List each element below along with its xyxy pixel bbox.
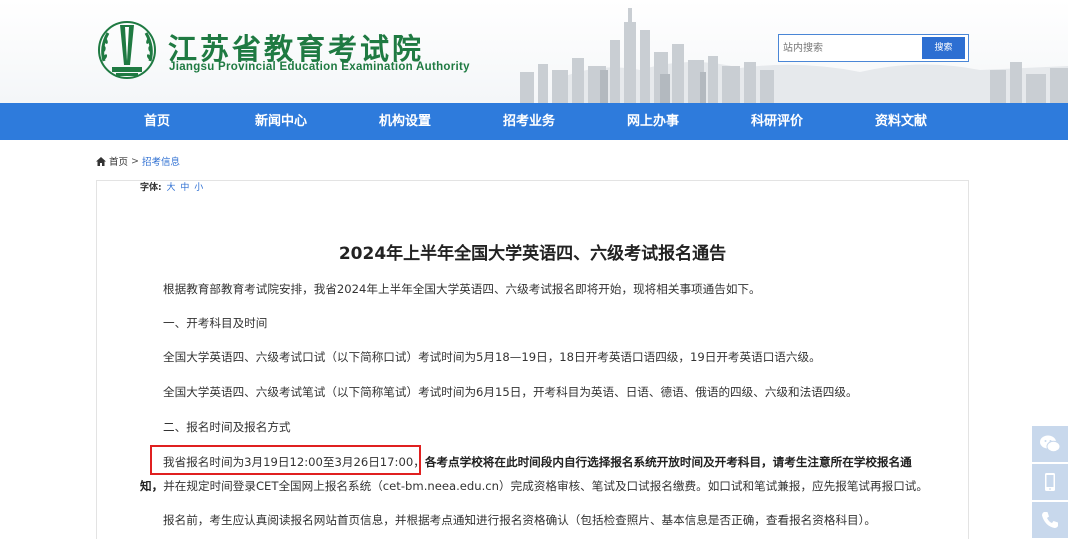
breadcrumb: 首页 > 招考信息 [96, 154, 180, 168]
nav-item-research[interactable]: 科研评价 [751, 103, 803, 140]
registration-notice-bold: 各考点学校将在此时间段内自行选择报名系统开放时间及开考科目，请考生注意所在学校报… [424, 455, 912, 469]
phone-contact-button[interactable] [1032, 502, 1068, 538]
jiangsu-exam-emblem [98, 21, 156, 79]
wechat-icon [1040, 435, 1061, 453]
section-heading-subjects: 一、开考科目及时间 [163, 316, 268, 330]
article-title: 2024年上半年全国大学英语四、六级考试报名通告 [338, 244, 727, 264]
home-icon [96, 156, 106, 166]
nav-item-home[interactable]: 首页 [144, 103, 170, 140]
breadcrumb-current-link[interactable]: 招考信息 [142, 154, 180, 168]
nav-item-online-services[interactable]: 网上办事 [627, 103, 679, 140]
breadcrumb-home-link[interactable]: 首页 [109, 154, 128, 168]
pre-registration-paragraph: 报名前，考生应认真阅读报名网站首页信息，并根据考点通知进行报名资格确认（包括检查… [163, 513, 877, 527]
font-size-label: 字体: [140, 183, 162, 193]
font-size-small-link[interactable]: 小 [194, 183, 203, 193]
search-input[interactable] [783, 38, 919, 58]
search-form: 搜索 [778, 34, 969, 62]
wechat-share-button[interactable] [1032, 426, 1068, 462]
article-intro: 根据教育部教育考试院安排，我省2024年上半年全国大学英语四、六级考试报名即将开… [163, 282, 761, 296]
phone-icon [1042, 512, 1058, 528]
breadcrumb-separator: > [131, 155, 139, 167]
font-size-medium-link[interactable]: 中 [180, 183, 189, 193]
nav-item-news[interactable]: 新闻中心 [255, 103, 307, 140]
nav-item-organization[interactable]: 机构设置 [379, 103, 431, 140]
main-nav-bar: 首页 新闻中心 机构设置 招考业务 网上办事 科研评价 资料文献 [0, 103, 1068, 140]
nav-item-admissions[interactable]: 招考业务 [503, 103, 555, 140]
written-exam-paragraph: 全国大学英语四、六级考试笔试（以下简称笔试）考试时间为6月15日，开考科目为英语… [163, 385, 858, 399]
registration-system-text: 并在规定时间登录CET全国网上报名系统（cet-bm.neea.edu.cn）完… [163, 479, 928, 493]
mobile-version-button[interactable] [1032, 464, 1068, 500]
site-header: 江苏省教育考试院 Jiangsu Provincial Education Ex… [0, 0, 1068, 103]
section-heading-registration: 二、报名时间及报名方式 [163, 420, 291, 434]
mobile-icon [1045, 473, 1055, 491]
site-logo-english[interactable]: Jiangsu Provincial Education Examination… [169, 61, 470, 73]
font-size-control: 字体: 大 中 小 [140, 180, 203, 193]
registration-notice-bold-end: 知， [140, 479, 164, 493]
nav-item-documents[interactable]: 资料文献 [875, 103, 927, 140]
oral-exam-paragraph: 全国大学英语四、六级考试口试（以下简称口试）考试时间为5月18—19日，18日开… [163, 350, 821, 364]
search-button[interactable]: 搜索 [922, 37, 965, 59]
registration-time-highlight-box [150, 445, 421, 475]
registration-paragraph-line2: 知，并在规定时间登录CET全国网上报名系统（cet-bm.neea.edu.cn… [140, 478, 928, 494]
font-size-large-link[interactable]: 大 [166, 183, 175, 193]
